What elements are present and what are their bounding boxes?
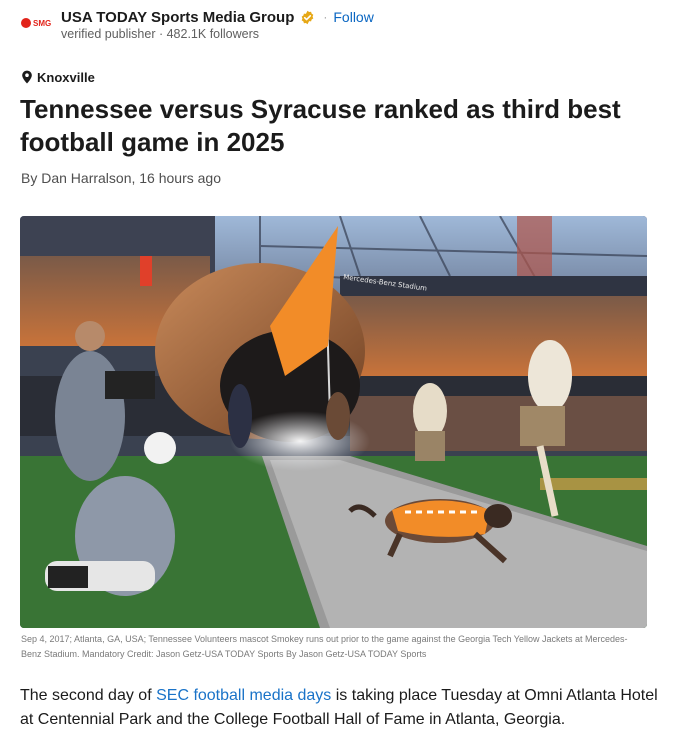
article-lead-paragraph: The second day of SEC football media day… bbox=[20, 684, 660, 731]
separator-dot: · bbox=[323, 10, 328, 24]
article-title: Tennessee versus Syracuse ranked as thir… bbox=[20, 94, 621, 157]
publisher-name[interactable]: USA TODAY Sports Media Group bbox=[61, 9, 294, 26]
verified-badge-icon bbox=[302, 10, 314, 24]
photo-caption: Sep 4, 2017; Atlanta, GA, USA; Tennessee… bbox=[21, 634, 628, 659]
logo-dot bbox=[21, 18, 31, 28]
stadium-scene-image: Mercedes-Benz Stadium bbox=[20, 216, 647, 628]
sec-media-days-link[interactable]: SEC football media days bbox=[156, 687, 331, 704]
publisher-name-row: USA TODAY Sports Media Group · Follow bbox=[61, 7, 374, 27]
publisher-meta: verified publisher · 482.1K followers bbox=[61, 27, 260, 41]
logo-text: SMG bbox=[33, 18, 52, 28]
location-label: Knoxville bbox=[37, 69, 95, 85]
article-byline: By Dan Harralson, 16 hours ago bbox=[21, 170, 221, 186]
article-location: Knoxville bbox=[21, 68, 95, 86]
article-photo[interactable]: Mercedes-Benz Stadium bbox=[20, 216, 647, 628]
location-pin-icon bbox=[22, 70, 32, 84]
publisher-header: SMG USA TODAY Sports Media Group · Follo… bbox=[20, 6, 660, 46]
follow-button[interactable]: Follow bbox=[333, 9, 373, 25]
publisher-logo[interactable]: SMG bbox=[21, 16, 59, 30]
lead-text-before: The second day of bbox=[20, 687, 157, 704]
